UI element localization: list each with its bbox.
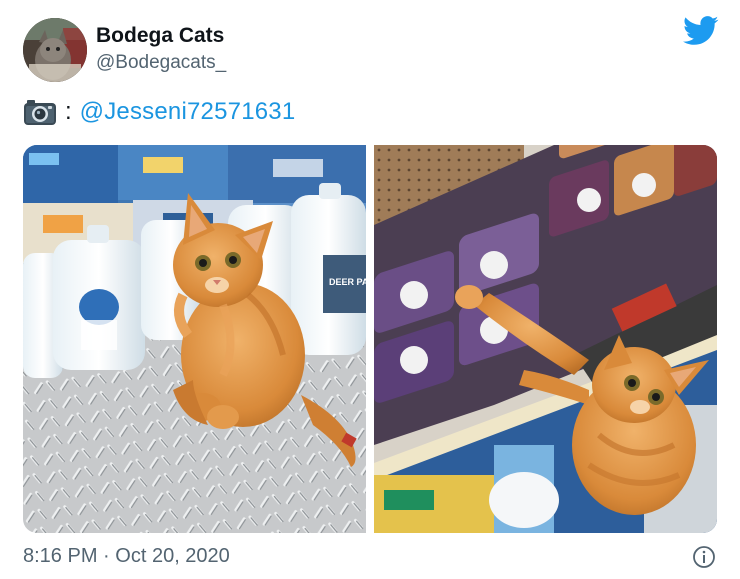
photo-cat-reaching-shelf[interactable] xyxy=(374,145,717,533)
camera-icon xyxy=(24,100,56,125)
tweet-date: Oct 20, 2020 xyxy=(115,545,230,567)
jug-brand-label: DEER PARK xyxy=(329,277,366,287)
avatar[interactable] xyxy=(23,18,87,82)
mention-link[interactable]: @Jesseni72571631 xyxy=(80,98,296,126)
tweet-card: Bodega Cats @Bodegacats_ : @Jesseni72571… xyxy=(0,0,740,579)
timestamp-separator: · xyxy=(103,545,110,567)
caption-colon: : xyxy=(65,98,72,125)
tweet-caption: : @Jesseni72571631 xyxy=(23,95,295,129)
info-icon[interactable] xyxy=(692,545,716,569)
photo-cat-on-floor[interactable]: DEER PARK xyxy=(23,145,366,533)
account-handle[interactable]: @Bodegacats_ xyxy=(96,52,226,74)
tweet-timestamp[interactable]: 8:16 PM · Oct 20, 2020 xyxy=(23,545,230,568)
twitter-bird-icon[interactable] xyxy=(683,16,719,46)
tweet-time: 8:16 PM xyxy=(23,545,98,567)
media-grid: DEER PARK xyxy=(23,145,717,533)
account-name[interactable]: Bodega Cats xyxy=(96,24,224,48)
